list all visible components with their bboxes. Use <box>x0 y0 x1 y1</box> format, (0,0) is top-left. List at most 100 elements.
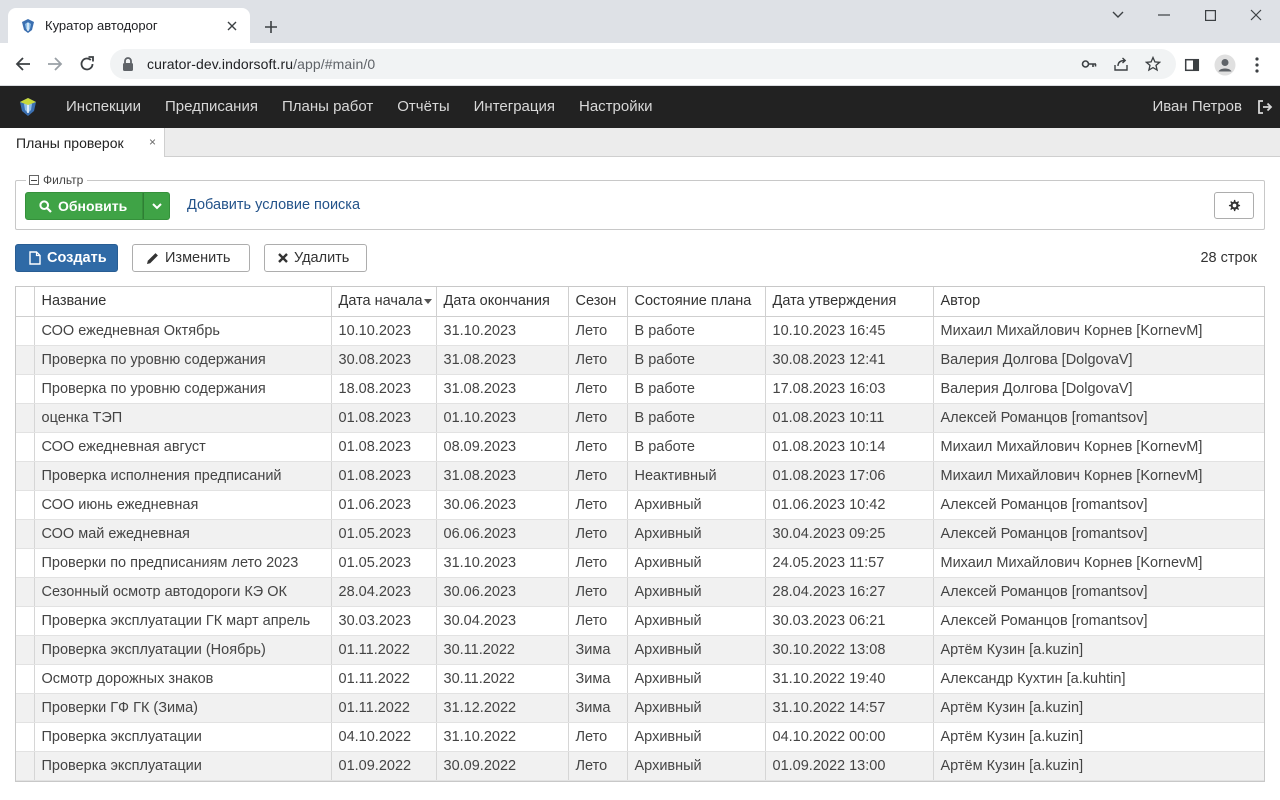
row-selector[interactable] <box>16 577 35 607</box>
table-row[interactable]: Проверка исполнения предписаний 01.08.202… <box>16 461 1264 491</box>
browser-tab[interactable]: Куратор автодорог <box>8 8 250 43</box>
nav-item-work-plans[interactable]: Планы работ <box>270 86 385 128</box>
row-selector[interactable] <box>16 751 35 781</box>
cell-approval-date: 30.10.2022 13:08 <box>765 635 934 665</box>
minimize-icon[interactable] <box>1141 0 1187 30</box>
reload-icon[interactable] <box>73 50 101 78</box>
cell-plan-state: Архивный <box>627 693 766 723</box>
cell-end-date: 06.06.2023 <box>436 519 569 549</box>
table-row[interactable]: Проверка по уровню содержания 30.08.2023 3… <box>16 345 1264 375</box>
filter-panel: Фильтр Обновить Добавить условие поиска <box>15 173 1265 230</box>
delete-button[interactable]: Удалить <box>264 244 367 272</box>
user-name[interactable]: Иван Петров <box>1152 86 1242 128</box>
table-row[interactable]: СОО ежедневная август 01.08.2023 08.09.202… <box>16 432 1264 462</box>
close-tab-button[interactable]: × <box>149 135 156 149</box>
row-selector[interactable] <box>16 606 35 636</box>
cell-author: Алексей Романцов [romantsov] <box>933 519 1264 549</box>
cell-author: Алексей Романцов [romantsov] <box>933 490 1264 520</box>
filter-settings-button[interactable] <box>1214 192 1254 219</box>
row-selector[interactable] <box>16 519 35 549</box>
share-icon[interactable] <box>1113 56 1129 72</box>
row-selector[interactable] <box>16 345 35 375</box>
refresh-button-label: Обновить <box>58 198 128 214</box>
cell-season: Лето <box>568 548 628 578</box>
row-selector[interactable] <box>16 403 35 433</box>
column-header-approval-date[interactable]: Дата утверждения <box>765 287 934 317</box>
cell-start-date: 30.03.2023 <box>331 606 437 636</box>
refresh-dropdown-button[interactable] <box>143 192 170 220</box>
row-selector[interactable] <box>16 461 35 491</box>
bookmark-star-icon[interactable] <box>1145 56 1161 72</box>
browser-menu-icon[interactable] <box>1245 53 1269 77</box>
row-selector[interactable] <box>16 374 35 404</box>
add-search-condition-link[interactable]: Добавить условие поиска <box>187 197 360 213</box>
table-row[interactable]: Проверка эксплуатации 04.10.2022 31.10.202… <box>16 722 1264 752</box>
edit-button[interactable]: Изменить <box>132 244 250 272</box>
cell-end-date: 30.06.2023 <box>436 577 569 607</box>
table-row[interactable]: Осмотр дорожных знаков 01.11.2022 30.11.20… <box>16 664 1264 694</box>
table-row[interactable]: СОО ежедневная Октябрь 10.10.2023 31.10.20… <box>16 316 1264 346</box>
nav-item-settings[interactable]: Настройки <box>567 86 665 128</box>
table-row[interactable]: Проверка по уровню содержания 18.08.2023 3… <box>16 374 1264 404</box>
column-header-start-date[interactable]: Дата начала <box>331 287 437 317</box>
row-selector[interactable] <box>16 316 35 346</box>
column-header-name[interactable]: Название <box>34 287 332 317</box>
row-selector[interactable] <box>16 432 35 462</box>
nav-item-prescriptions[interactable]: Предписания <box>153 86 270 128</box>
table-row[interactable]: Сезонный осмотр автодороги КЭ ОК 28.04.20… <box>16 577 1264 607</box>
table-row[interactable]: Проверки ГФ ГК (Зима) 01.11.2022 31.12.202… <box>16 693 1264 723</box>
row-selector[interactable] <box>16 635 35 665</box>
table-row[interactable]: Проверка эксплуатации 01.09.2022 30.09.202… <box>16 751 1264 781</box>
cell-start-date: 28.04.2023 <box>331 577 437 607</box>
create-button[interactable]: Создать <box>15 244 118 272</box>
filter-legend[interactable]: Фильтр <box>26 173 88 187</box>
row-selector[interactable] <box>16 722 35 752</box>
cell-end-date: 30.04.2023 <box>436 606 569 636</box>
table-row[interactable]: СОО июнь ежедневная 01.06.2023 30.06.2023 Л… <box>16 490 1264 520</box>
refresh-button[interactable]: Обновить <box>25 192 143 220</box>
cell-plan-state: Архивный <box>627 577 766 607</box>
column-header-author[interactable]: Автор <box>933 287 1264 317</box>
row-selector-header[interactable] <box>16 287 35 317</box>
row-selector[interactable] <box>16 664 35 694</box>
create-button-label: Создать <box>47 250 107 266</box>
collapse-icon[interactable] <box>29 175 39 185</box>
tab-inspection-plans-label: Планы проверок <box>16 134 124 151</box>
close-tab-icon[interactable] <box>224 18 240 34</box>
column-header-end-date[interactable]: Дата окончания <box>436 287 569 317</box>
table-row[interactable]: Проверка эксплуатации ГК март апрель 30.0… <box>16 606 1264 636</box>
url-input[interactable]: curator-dev.indorsoft.ru/app/#main/0 <box>110 49 1176 79</box>
cell-approval-date: 01.06.2023 10:42 <box>765 490 934 520</box>
table-row[interactable]: оценка ТЭП 01.08.2023 01.10.2023 Лето В рабо… <box>16 403 1264 433</box>
table-row[interactable]: СОО май ежедневная 01.05.2023 06.06.2023 Ле… <box>16 519 1264 549</box>
key-icon[interactable] <box>1081 56 1097 72</box>
nav-item-reports[interactable]: Отчёты <box>385 86 461 128</box>
row-selector[interactable] <box>16 693 35 723</box>
column-header-plan-state[interactable]: Состояние плана <box>627 287 766 317</box>
app-logo-icon[interactable] <box>0 86 56 128</box>
column-header-season[interactable]: Сезон <box>568 287 628 317</box>
new-tab-icon[interactable] <box>258 14 284 40</box>
nav-item-inspections[interactable]: Инспекции <box>56 86 153 128</box>
maximize-icon[interactable] <box>1187 0 1233 30</box>
tab-inspection-plans[interactable]: Планы проверок × <box>0 128 165 157</box>
cell-name: СОО ежедневная Октябрь <box>34 316 332 346</box>
back-icon[interactable] <box>9 50 37 78</box>
sort-desc-icon <box>423 299 432 304</box>
side-panel-icon[interactable] <box>1180 53 1204 77</box>
cell-start-date: 01.11.2022 <box>331 635 437 665</box>
cell-plan-state: Архивный <box>627 635 766 665</box>
forward-icon[interactable] <box>41 50 69 78</box>
table-row[interactable]: Проверки по предписаниям лето 2023 01.05.… <box>16 548 1264 578</box>
browser-tab-strip: Куратор автодорог <box>0 0 1280 43</box>
tab-search-icon[interactable] <box>1095 0 1141 30</box>
nav-item-integration[interactable]: Интеграция <box>462 86 567 128</box>
close-window-icon[interactable] <box>1233 0 1279 30</box>
cell-end-date: 01.10.2023 <box>436 403 569 433</box>
row-selector[interactable] <box>16 548 35 578</box>
logout-icon[interactable] <box>1257 99 1273 115</box>
cell-start-date: 01.06.2023 <box>331 490 437 520</box>
profile-avatar-icon[interactable] <box>1213 53 1237 77</box>
table-row[interactable]: Проверка эксплуатации (Ноябрь) 01.11.2022… <box>16 635 1264 665</box>
row-selector[interactable] <box>16 490 35 520</box>
